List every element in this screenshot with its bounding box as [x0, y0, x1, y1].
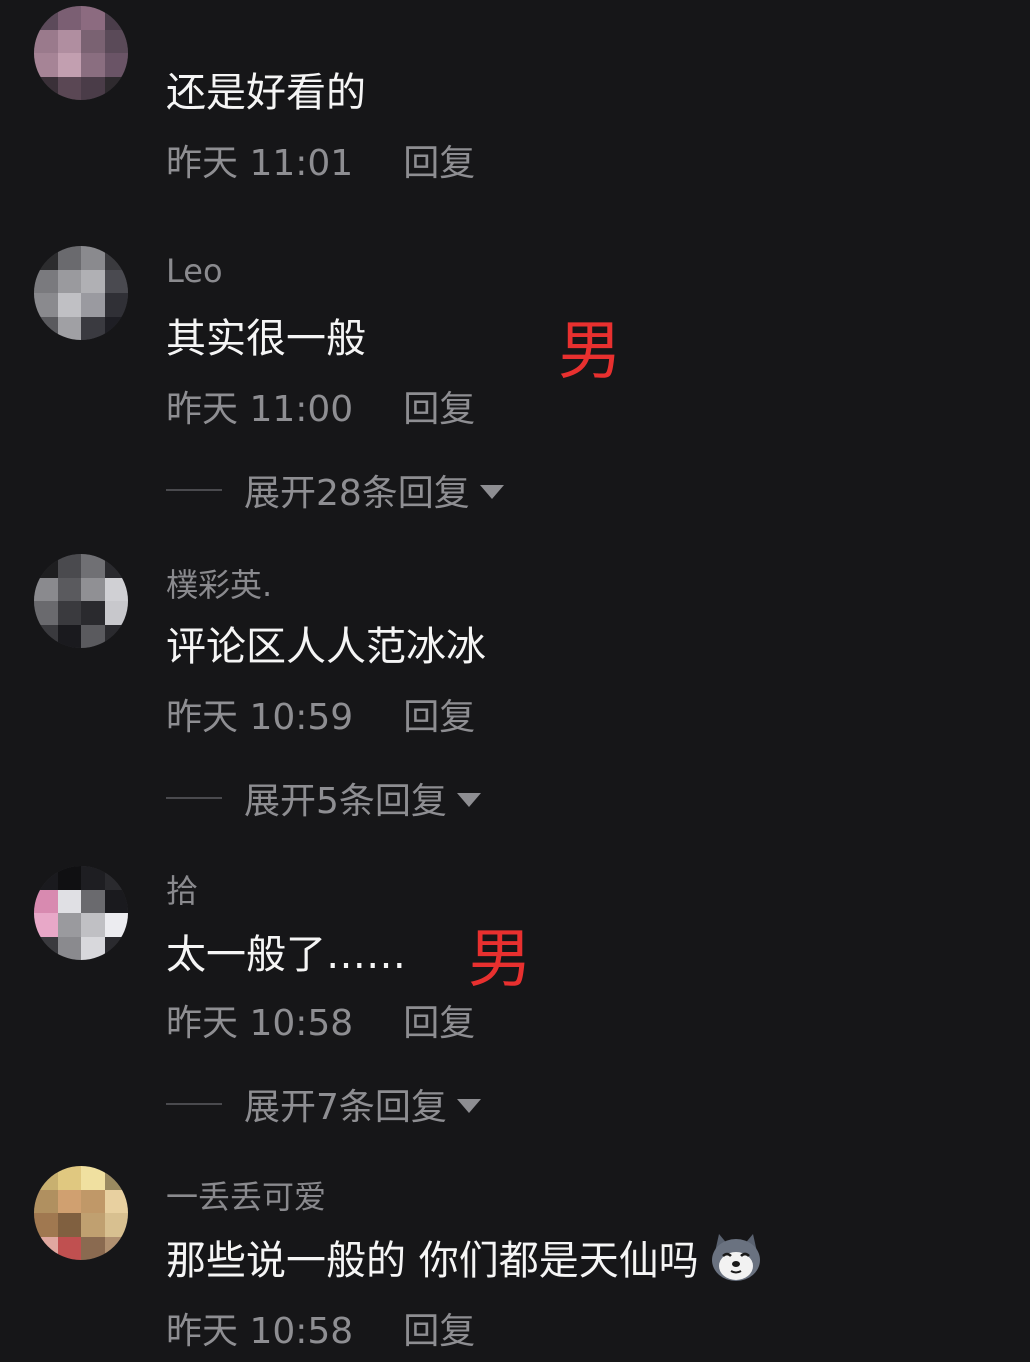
comment-text: 太一般了……	[166, 932, 406, 978]
annotation-label: 男	[468, 923, 532, 997]
expand-replies-label: 展开7条回复	[244, 1087, 447, 1128]
reply-button[interactable]: 回复	[403, 380, 475, 432]
reply-button[interactable]: 回复	[403, 994, 475, 1046]
avatar[interactable]	[34, 866, 128, 960]
comment-meta: 昨天 11:01 回复	[166, 134, 475, 186]
reply-button[interactable]: 回复	[403, 688, 475, 740]
comment-meta: 昨天 10:59 回复	[166, 688, 475, 740]
expand-replies-label: 展开28条回复	[244, 473, 470, 514]
comment-text: 其实很一般	[166, 316, 366, 362]
username[interactable]: 拾	[166, 866, 198, 912]
annotation-label: 男	[558, 315, 622, 389]
expand-replies-button[interactable]: 展开7条回复	[166, 1078, 481, 1130]
reply-button[interactable]: 回复	[403, 1302, 475, 1354]
avatar[interactable]	[34, 6, 128, 100]
comment-meta: 昨天 10:58 回复	[166, 1302, 475, 1354]
avatar[interactable]	[34, 554, 128, 648]
username[interactable]: 樸彩英.	[166, 560, 272, 606]
expand-replies-button[interactable]: 展开5条回复	[166, 772, 481, 824]
comment-text: 那些说一般的 你们都是天仙吗	[166, 1228, 763, 1286]
comment-meta: 昨天 10:58 回复	[166, 994, 475, 1046]
divider-line	[166, 797, 222, 799]
comment-time: 昨天 10:59	[166, 697, 354, 738]
divider-line	[166, 489, 222, 491]
comment-text: 评论区人人范冰冰	[166, 624, 486, 670]
comment-time: 昨天 10:58	[166, 1311, 354, 1352]
reply-button[interactable]: 回复	[403, 134, 475, 186]
expand-replies-label: 展开5条回复	[244, 781, 447, 822]
comment-text: 还是好看的	[166, 70, 366, 116]
caret-down-icon	[456, 793, 481, 807]
avatar[interactable]	[34, 246, 128, 340]
comment-meta: 昨天 11:00 回复	[166, 380, 475, 432]
avatar[interactable]	[34, 1166, 128, 1260]
comment-time: 昨天 11:00	[166, 389, 354, 430]
husky-emoji-icon	[709, 1232, 763, 1282]
expand-replies-button[interactable]: 展开28条回复	[166, 464, 504, 516]
username[interactable]: 一丢丢可爱	[166, 1172, 326, 1218]
divider-line	[166, 1103, 222, 1105]
caret-down-icon	[479, 485, 504, 499]
username[interactable]: Leo	[166, 252, 223, 290]
comment-time: 昨天 11:01	[166, 143, 354, 184]
comment-time: 昨天 10:58	[166, 1003, 354, 1044]
caret-down-icon	[456, 1099, 481, 1113]
